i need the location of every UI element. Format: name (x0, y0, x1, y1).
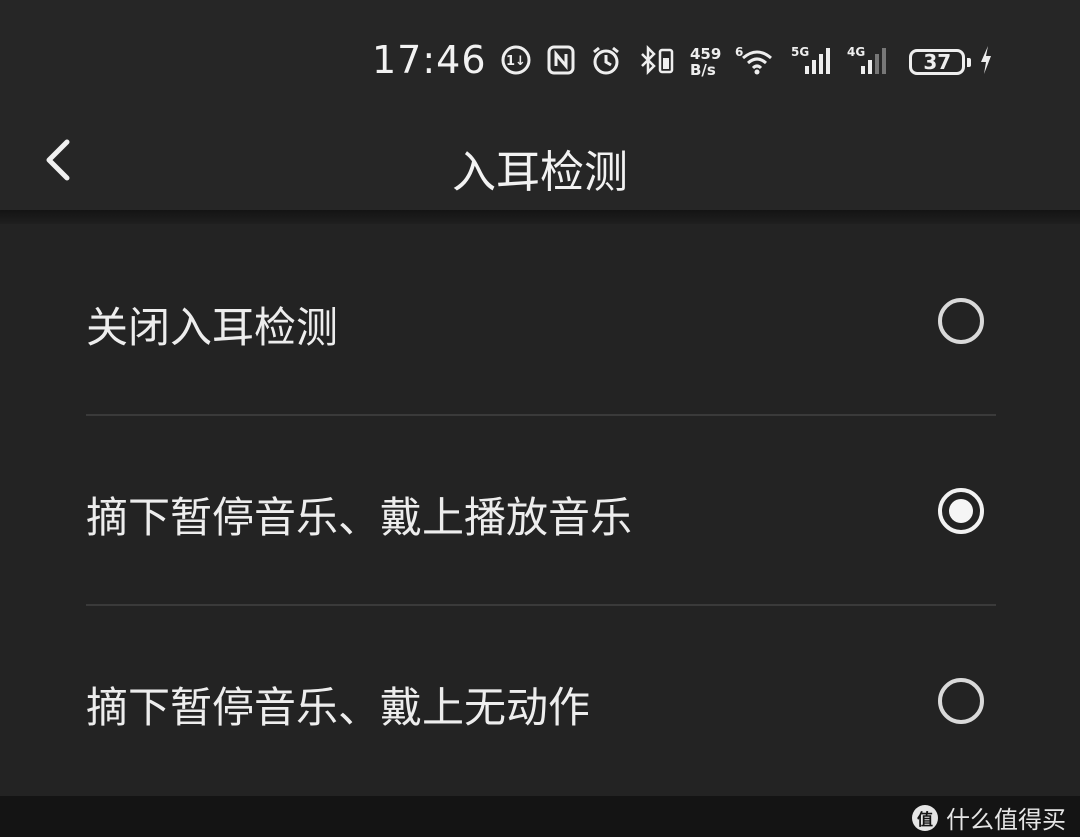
status-bar: 17:46 1↓ 459 B/s 6 5G 4G 37 (0, 0, 1080, 110)
speed-unit: B/s (690, 61, 716, 79)
network-speed: 459 B/s (690, 46, 721, 78)
header: 入耳检测 (0, 110, 1080, 210)
battery-icon: 37 (909, 49, 972, 75)
alarm-icon (590, 44, 622, 80)
wifi-icon: 6 (735, 44, 777, 80)
data-saver-icon: 1↓ (500, 44, 532, 80)
svg-text:1↓: 1↓ (506, 54, 526, 69)
option-label: 摘下暂停音乐、戴上无动作 (86, 683, 591, 732)
radio-button[interactable] (938, 678, 984, 724)
status-icons: 1↓ 459 B/s 6 5G 4G 37 (500, 40, 993, 84)
status-time: 17:46 (372, 38, 487, 82)
signal-4g-label: 4G (847, 45, 865, 59)
header-shadow (0, 210, 1080, 224)
speed-value: 459 (690, 45, 722, 63)
signal-5g-icon: 5G (791, 44, 833, 80)
page-title: 入耳检测 (452, 147, 628, 198)
radio-button[interactable] (938, 298, 984, 344)
option-pause-no-action[interactable]: 摘下暂停音乐、戴上无动作 (0, 604, 1080, 794)
signal-4g-icon: 4G (847, 44, 889, 80)
watermark-logo: 值 (912, 804, 938, 831)
option-pause-play[interactable]: 摘下暂停音乐、戴上播放音乐 (0, 414, 1080, 604)
watermark: 值 什么值得买 (912, 800, 1066, 835)
option-label: 摘下暂停音乐、戴上播放音乐 (86, 493, 633, 542)
nfc-icon (546, 44, 576, 80)
screen: 17:46 1↓ 459 B/s 6 5G 4G 37 入耳检测 关闭入耳检测 … (0, 0, 1080, 837)
watermark-text: 什么值得买 (946, 806, 1066, 834)
bluetooth-icon (636, 44, 676, 80)
battery-level: 37 (923, 50, 952, 74)
radio-button-selected[interactable] (938, 488, 984, 534)
signal-5g-label: 5G (791, 45, 809, 59)
option-label: 关闭入耳检测 (86, 303, 339, 352)
option-disable-detection[interactable]: 关闭入耳检测 (0, 224, 1080, 414)
charging-icon (979, 44, 993, 80)
